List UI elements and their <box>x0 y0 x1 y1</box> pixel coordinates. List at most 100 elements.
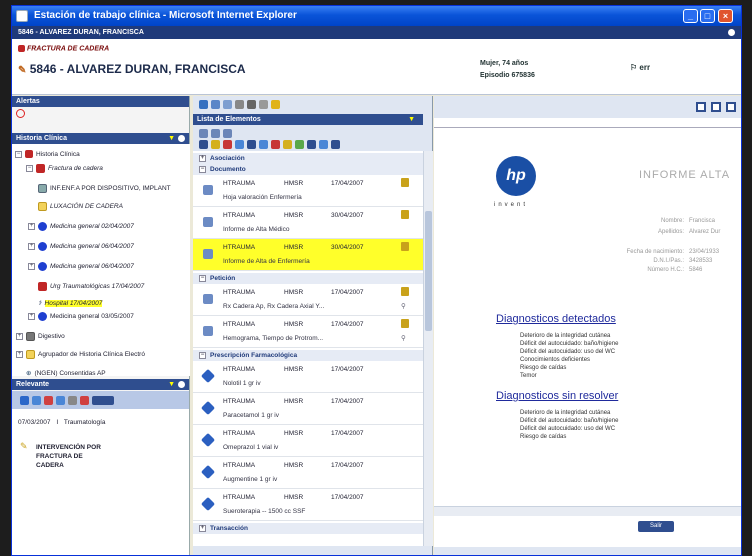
item-service: HTRAUMA <box>223 180 256 187</box>
item-center: HMSR <box>284 430 304 437</box>
tree-node[interactable]: ⊕ (NGEN) Consentidas AP <box>26 369 106 378</box>
tree-node[interactable]: INF.ENF.A POR DISPOSITIVO, IMPLANT <box>38 184 171 193</box>
alert-icon[interactable] <box>16 109 25 118</box>
list-item[interactable]: HTRAUMA HMSR 17/04/2007 Paracetamol 1 gr… <box>193 393 423 425</box>
scrollbar-thumb[interactable] <box>425 211 432 331</box>
print-icon[interactable] <box>235 100 244 109</box>
list-scrollbar[interactable] <box>423 151 433 546</box>
blue-dot-icon <box>38 222 47 231</box>
item-center: HMSR <box>284 289 304 296</box>
folder-icon <box>26 332 35 341</box>
type-filter-icon[interactable] <box>199 140 208 149</box>
type-filter-icon[interactable] <box>295 140 304 149</box>
collapse-icon[interactable] <box>211 129 220 138</box>
list-item-selected[interactable]: HTRAUMA HMSR 30/04/2007 Informe de Alta … <box>193 239 423 271</box>
list-item[interactable]: HTRAUMA HMSR 17/04/2007 ⚲ Hemograma, Tie… <box>193 316 423 348</box>
type-filter-icon[interactable] <box>223 140 232 149</box>
close-button[interactable]: × <box>718 9 733 23</box>
diagnosis-item: Déficit del autocuidado: baño/higiene <box>520 418 619 424</box>
tab-icon[interactable] <box>56 396 65 405</box>
layout-icon[interactable] <box>211 100 220 109</box>
preview-icon[interactable] <box>247 100 256 109</box>
tree-node[interactable]: + Medicina general 02/04/2007 <box>28 222 134 231</box>
tree-node[interactable]: LUXACIÓN DE CADERA <box>38 202 123 211</box>
exit-button[interactable]: Salir <box>638 521 674 532</box>
field-value: Francisca <box>689 218 716 224</box>
item-center: HMSR <box>284 398 304 405</box>
tab-icon[interactable] <box>80 396 89 405</box>
tab-icon[interactable] <box>32 396 41 405</box>
filter-icon[interactable]: ▼ <box>168 379 175 390</box>
type-filter-icon[interactable] <box>235 140 244 149</box>
sign-icon[interactable] <box>401 178 409 187</box>
type-filter-icon[interactable] <box>331 140 340 149</box>
diagnosis-item: Déficit del autocuidado: uso del WC <box>520 349 616 355</box>
relevant-service: Traumatología <box>63 419 106 426</box>
window-mode-icon[interactable] <box>726 102 736 112</box>
filter-icon[interactable]: ▼ <box>408 114 415 125</box>
section-association[interactable]: + Asociación <box>193 153 423 164</box>
type-filter-icon[interactable] <box>307 140 316 149</box>
bottom-scrollbar[interactable] <box>434 547 741 555</box>
home-icon[interactable] <box>199 100 208 109</box>
search-icon[interactable]: ⚲ <box>401 334 406 342</box>
tree-node[interactable]: + Agrupador de Historia Clínica Electró <box>16 350 145 359</box>
filter-icon[interactable]: ▼ <box>168 133 175 144</box>
type-filter-icon[interactable] <box>271 140 280 149</box>
section-transaction[interactable]: + Transacción <box>193 523 423 534</box>
list-item[interactable]: HTRAUMA HMSR 17/04/2007 Nolotil 1 gr iv <box>193 361 423 393</box>
list-item[interactable]: HTRAUMA HMSR 17/04/2007 Augmentine 1 gr … <box>193 457 423 489</box>
list-item[interactable]: HTRAUMA HMSR 17/04/2007 Sueroterapia -- … <box>193 489 423 521</box>
document-icon <box>203 185 213 195</box>
relevant-options-icon[interactable] <box>178 381 185 388</box>
search-icon[interactable]: ⚲ <box>401 302 406 310</box>
search-icon[interactable] <box>259 100 268 109</box>
type-filter-icon[interactable] <box>283 140 292 149</box>
section-document[interactable]: − Documento <box>193 164 423 175</box>
type-filter-icon[interactable] <box>319 140 328 149</box>
report-pane: hp invent INFORME ALTA Nombre: Francisca… <box>434 96 741 555</box>
patient-edit-icon[interactable]: ✎ <box>18 65 26 76</box>
tree-node[interactable]: Urg Traumatológicas 17/04/2007 <box>38 282 144 291</box>
minimize-button[interactable]: _ <box>683 9 698 23</box>
field-label: Apellidos: <box>657 229 684 235</box>
tree-node[interactable]: + Digestivo <box>16 332 65 341</box>
tab-icon[interactable] <box>44 396 53 405</box>
list-item[interactable]: HTRAUMA HMSR 17/04/2007 ⚲ Rx Cadera Ap, … <box>193 284 423 316</box>
expand-icon[interactable] <box>223 129 232 138</box>
history-options-icon[interactable] <box>178 135 185 142</box>
tree-node[interactable]: − Fractura de cadera <box>26 164 103 173</box>
tree-node[interactable]: + Medicina general 03/05/2007 <box>28 312 134 321</box>
tab-active-icon[interactable] <box>92 396 114 405</box>
grid-icon[interactable] <box>223 100 232 109</box>
attachment-icon[interactable] <box>401 319 409 328</box>
item-center: HMSR <box>284 180 304 187</box>
window-mode-icon[interactable] <box>696 102 706 112</box>
patient-menu-icon[interactable] <box>728 29 735 36</box>
maximize-button[interactable]: □ <box>700 9 715 23</box>
window-mode-icon[interactable] <box>711 102 721 112</box>
list-toolbar-2 <box>199 140 340 149</box>
type-filter-icon[interactable] <box>259 140 268 149</box>
attachment-icon[interactable] <box>401 287 409 296</box>
section-request[interactable]: − Petición <box>193 273 423 284</box>
report-hscrollbar[interactable] <box>434 506 741 516</box>
favorite-icon[interactable] <box>271 100 280 109</box>
section-prescription[interactable]: − Prescripción Farmacológica <box>193 350 423 361</box>
sign-icon[interactable] <box>401 242 409 251</box>
sign-icon[interactable] <box>401 210 409 219</box>
tab-icon[interactable] <box>68 396 77 405</box>
list-item[interactable]: HTRAUMA HMSR 17/04/2007 Hoja valoración … <box>193 175 423 207</box>
tree-node[interactable]: − Historia Clínica <box>15 150 80 158</box>
tab-icon[interactable] <box>20 396 29 405</box>
syringe-icon <box>200 368 216 384</box>
tree-node[interactable]: + Medicina general 06/04/2007 <box>28 242 134 251</box>
type-filter-icon[interactable] <box>211 140 220 149</box>
tree-node-selected[interactable]: ⚕ Hospital 17/04/2007 <box>38 299 103 307</box>
type-filter-icon[interactable] <box>247 140 256 149</box>
relevant-title-text[interactable]: INTERVENCIÓN POR FRACTURA DE CADERA <box>36 443 106 470</box>
list-item[interactable]: HTRAUMA HMSR 30/04/2007 Informe de Alta … <box>193 207 423 239</box>
tree-node[interactable]: + Medicina general 06/04/2007 <box>28 262 134 271</box>
list-item[interactable]: HTRAUMA HMSR 17/04/2007 Omeprazol 1 vial… <box>193 425 423 457</box>
list-view-icon[interactable] <box>199 129 208 138</box>
